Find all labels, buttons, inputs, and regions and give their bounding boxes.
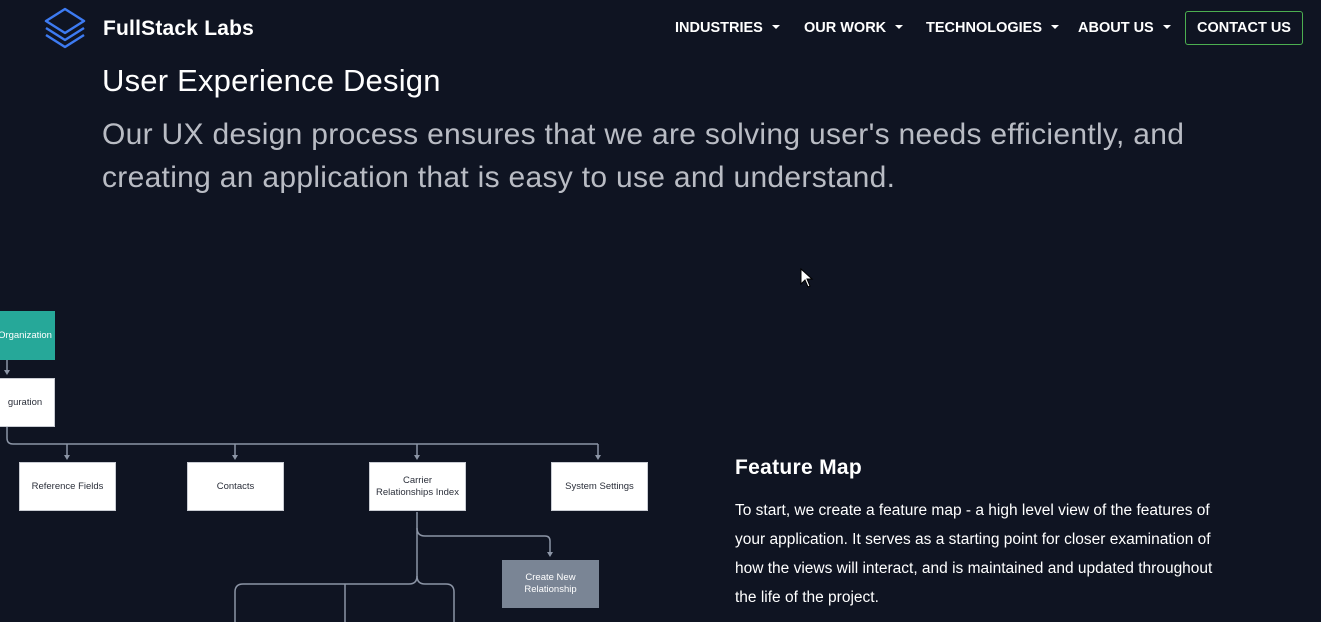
node-carrier-relationships-index: Carrier Relationships Index [369, 462, 466, 511]
node-contacts: Contacts [187, 462, 284, 511]
nav-our-work[interactable]: OUR WORK [804, 20, 904, 36]
page: FullStack Labs INDUSTRIES OUR WORK TECHN… [0, 0, 1321, 622]
node-reference-fields: Reference Fields [19, 462, 116, 511]
nav-about-us[interactable]: ABOUT US [1078, 20, 1171, 36]
stacked-layers-icon [44, 7, 86, 49]
nav-our-work-label: OUR WORK [804, 20, 887, 36]
nav-industries-label: INDUSTRIES [675, 20, 763, 36]
nav-technologies-label: TECHNOLOGIES [926, 20, 1043, 36]
nav-about-us-label: ABOUT US [1078, 20, 1154, 36]
brand-logo[interactable]: FullStack Labs [40, 7, 254, 51]
node-contacts-label: Contacts [216, 480, 255, 492]
feature-map-diagram: Organization guration Reference Fields C… [0, 300, 700, 622]
caret-down-icon [771, 25, 780, 29]
node-system-settings-label: System Settings [565, 480, 634, 492]
caret-down-icon [1051, 25, 1060, 29]
nav-technologies[interactable]: TECHNOLOGIES [926, 20, 1060, 36]
section-description: Our UX design process ensures that we ar… [102, 118, 1185, 194]
feature-map-text: To start, we create a feature map - a hi… [735, 502, 1213, 606]
mouse-pointer-icon [800, 268, 814, 288]
caret-down-icon [895, 25, 904, 29]
node-carrier-relationships-index-label: Carrier Relationships Index [376, 474, 459, 498]
node-configuration-label: guration [7, 396, 43, 408]
node-organization-label: Organization [0, 329, 52, 341]
section-title: User Experience Design [102, 63, 441, 98]
node-configuration: guration [0, 378, 55, 427]
contact-us-button[interactable]: CONTACT US [1185, 11, 1303, 45]
node-create-new-relationship-label: Create New Relationship [524, 572, 577, 595]
node-system-settings: System Settings [551, 462, 648, 511]
feature-map-title: Feature Map [735, 456, 862, 479]
node-reference-fields-label: Reference Fields [31, 480, 104, 492]
node-create-new-relationship: Create New Relationship [502, 560, 599, 608]
nav-industries[interactable]: INDUSTRIES [675, 20, 780, 36]
brand-name: FullStack Labs [103, 17, 255, 40]
caret-down-icon [1162, 25, 1171, 29]
node-organization: Organization [0, 311, 55, 360]
